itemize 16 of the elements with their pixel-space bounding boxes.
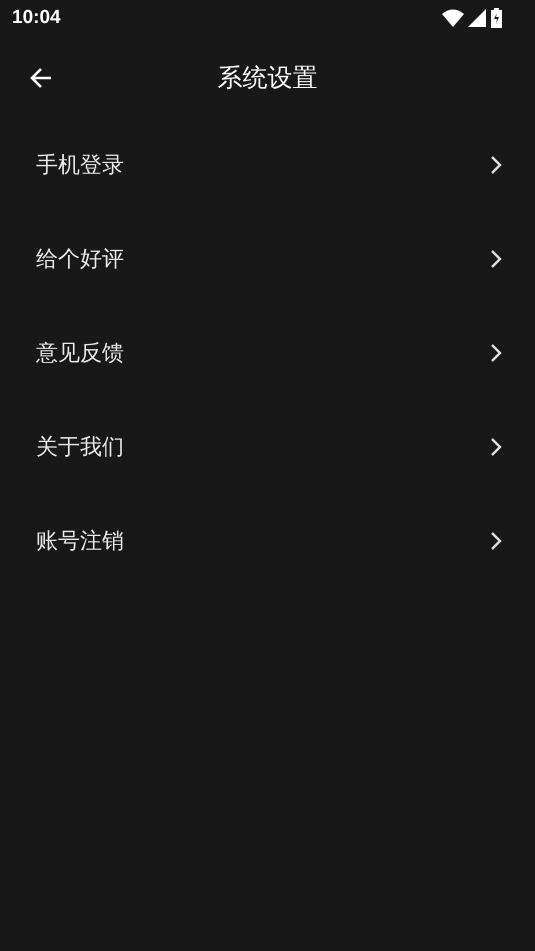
page-title: 系统设置 — [218, 62, 318, 94]
battery-icon — [490, 8, 503, 28]
wifi-icon — [442, 9, 464, 27]
status-time: 10:04 — [12, 7, 61, 29]
settings-item[interactable]: 意见反馈 — [0, 306, 535, 400]
chevron-right-icon — [489, 249, 503, 269]
chevron-right-icon — [489, 343, 503, 363]
chevron-right-icon — [489, 437, 503, 457]
back-arrow-icon — [29, 66, 53, 90]
settings-item[interactable]: 给个好评 — [0, 212, 535, 306]
settings-item[interactable]: 关于我们 — [0, 400, 535, 494]
settings-item[interactable]: 账号注销 — [0, 494, 535, 588]
chevron-right-icon — [489, 531, 503, 551]
signal-icon — [468, 9, 486, 27]
chevron-right-icon — [489, 155, 503, 175]
settings-item[interactable]: 手机登录 — [0, 118, 535, 212]
